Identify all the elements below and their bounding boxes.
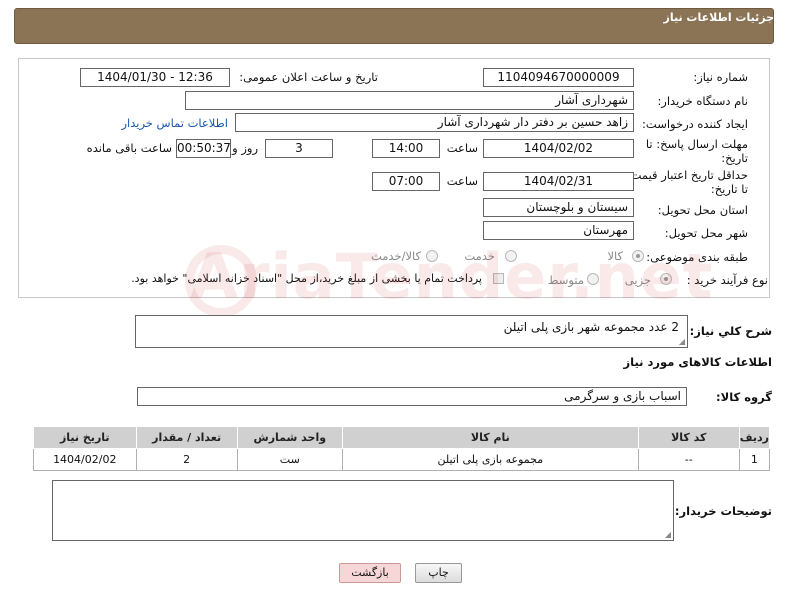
cell-need-date: 1404/02/02 — [33, 448, 137, 471]
price-date-field[interactable]: 1404/02/31 — [483, 172, 634, 191]
goods-group-label: گروه کالا: — [716, 390, 772, 404]
payment-note: پرداخت تمام یا بخشی از مبلغ خرید،از محل … — [131, 272, 482, 285]
goods-table: تاریخ نیاز تعداد / مقدار واحد شمارش نام … — [33, 426, 771, 471]
goods-section-title: اطلاعات کالاهای مورد نیاز — [623, 355, 772, 369]
reply-deadline-label-2: تاریخ: — [721, 151, 748, 165]
col-unit: واحد شمارش — [236, 426, 343, 449]
days-field[interactable]: 3 — [265, 139, 333, 158]
description-textarea[interactable]: 2 عدد مجموعه شهر بازی پلی اتیلن ◢ — [135, 315, 688, 348]
table-header-row: تاریخ نیاز تعداد / مقدار واحد شمارش نام … — [33, 426, 771, 449]
cell-unit: ست — [236, 448, 343, 471]
col-goods-code: کد کالا — [637, 426, 740, 449]
need-number-label: شماره نیاز: — [693, 70, 748, 84]
need-number-field[interactable]: 1104094670000009 — [483, 68, 634, 87]
category-option-goods: کالا — [607, 249, 623, 263]
cell-goods-code: -- — [637, 448, 740, 471]
description-label: شرح كلي نياز: — [689, 324, 772, 338]
days-label: روز و — [232, 141, 258, 155]
price-time-field[interactable]: 07:00 — [372, 172, 440, 191]
category-option-goods-service: کالا/خدمت — [370, 249, 421, 263]
process-option-medium: متوسط — [547, 273, 584, 287]
category-radio-service[interactable] — [505, 250, 517, 262]
reply-time-field[interactable]: 14:00 — [372, 139, 440, 158]
print-button[interactable]: چاپ — [415, 563, 462, 583]
col-need-date: تاریخ نیاز — [33, 426, 137, 449]
category-label: طبقه بندی موضوعی: — [646, 250, 748, 264]
buyer-notes-label: توضیحات خریدار: — [674, 504, 772, 518]
buyer-org-field[interactable]: شهرداری آشار — [185, 91, 634, 110]
treasury-checkbox[interactable] — [493, 273, 504, 284]
resize-handle-icon[interactable]: ◢ — [665, 530, 671, 539]
col-quantity: تعداد / مقدار — [135, 426, 238, 449]
buyer-org-label: نام دستگاه خریدار: — [657, 94, 748, 108]
buyer-notes-textarea[interactable]: ◢ — [52, 480, 674, 541]
col-goods-name: نام کالا — [341, 426, 639, 449]
header-bar — [14, 8, 774, 44]
price-time-label: ساعت — [446, 174, 478, 188]
price-validity-label: حداقل تاریخ اعتبار قیمت: — [626, 168, 748, 182]
announce-field[interactable]: 1404/01/30 - 12:36 — [80, 68, 230, 87]
remaining-label: ساعت باقی مانده — [86, 141, 172, 155]
contact-info-link[interactable]: اطلاعات تماس خریدار — [121, 116, 228, 130]
description-text: 2 عدد مجموعه شهر بازی پلی اتیلن — [503, 320, 679, 334]
reply-deadline-label: مهلت ارسال پاسخ: تا — [645, 137, 748, 151]
category-radio-goods-service[interactable] — [426, 250, 438, 262]
back-button[interactable]: بازگشت — [339, 563, 401, 583]
process-option-minor: جزیی — [624, 273, 651, 287]
creator-field[interactable]: زاهد حسین بر دفتر دار شهرداری آشار — [235, 113, 634, 132]
province-label: استان محل تحویل: — [657, 203, 748, 217]
price-validity-label-2: تا تاریخ: — [710, 182, 748, 196]
process-radio-minor[interactable] — [660, 273, 672, 285]
reply-date-field[interactable]: 1404/02/02 — [483, 139, 634, 158]
province-field[interactable]: سیستان و بلوچستان — [483, 198, 634, 217]
announce-label: تاریخ و ساعت اعلان عمومی: — [239, 70, 378, 84]
process-radio-medium[interactable] — [587, 273, 599, 285]
reply-time-label: ساعت — [446, 141, 478, 155]
goods-group-field[interactable]: اسباب بازی و سرگرمی — [137, 387, 687, 406]
cell-goods-name: مجموعه بازی پلی اتیلن — [341, 448, 639, 471]
col-row-index: ردیف — [738, 426, 771, 449]
cell-row-index: 1 — [738, 448, 771, 471]
table-row[interactable]: 1404/02/02 2 ست مجموعه بازی پلی اتیلن --… — [33, 448, 771, 471]
creator-label: ایجاد کننده درخواست: — [642, 117, 748, 131]
city-label: شهر محل تحویل: — [664, 226, 748, 240]
page-title: جزئیات اطلاعات نیاز — [663, 11, 775, 24]
category-option-service: خدمت — [464, 249, 495, 263]
cell-quantity: 2 — [135, 448, 238, 471]
category-radio-goods[interactable] — [632, 250, 644, 262]
resize-handle-icon[interactable]: ◢ — [679, 337, 685, 346]
remaining-time-field[interactable]: 00:50:37 — [176, 139, 231, 158]
city-field[interactable]: مهرستان — [483, 221, 634, 240]
process-label: نوع فرآیند خرید : — [686, 273, 768, 287]
